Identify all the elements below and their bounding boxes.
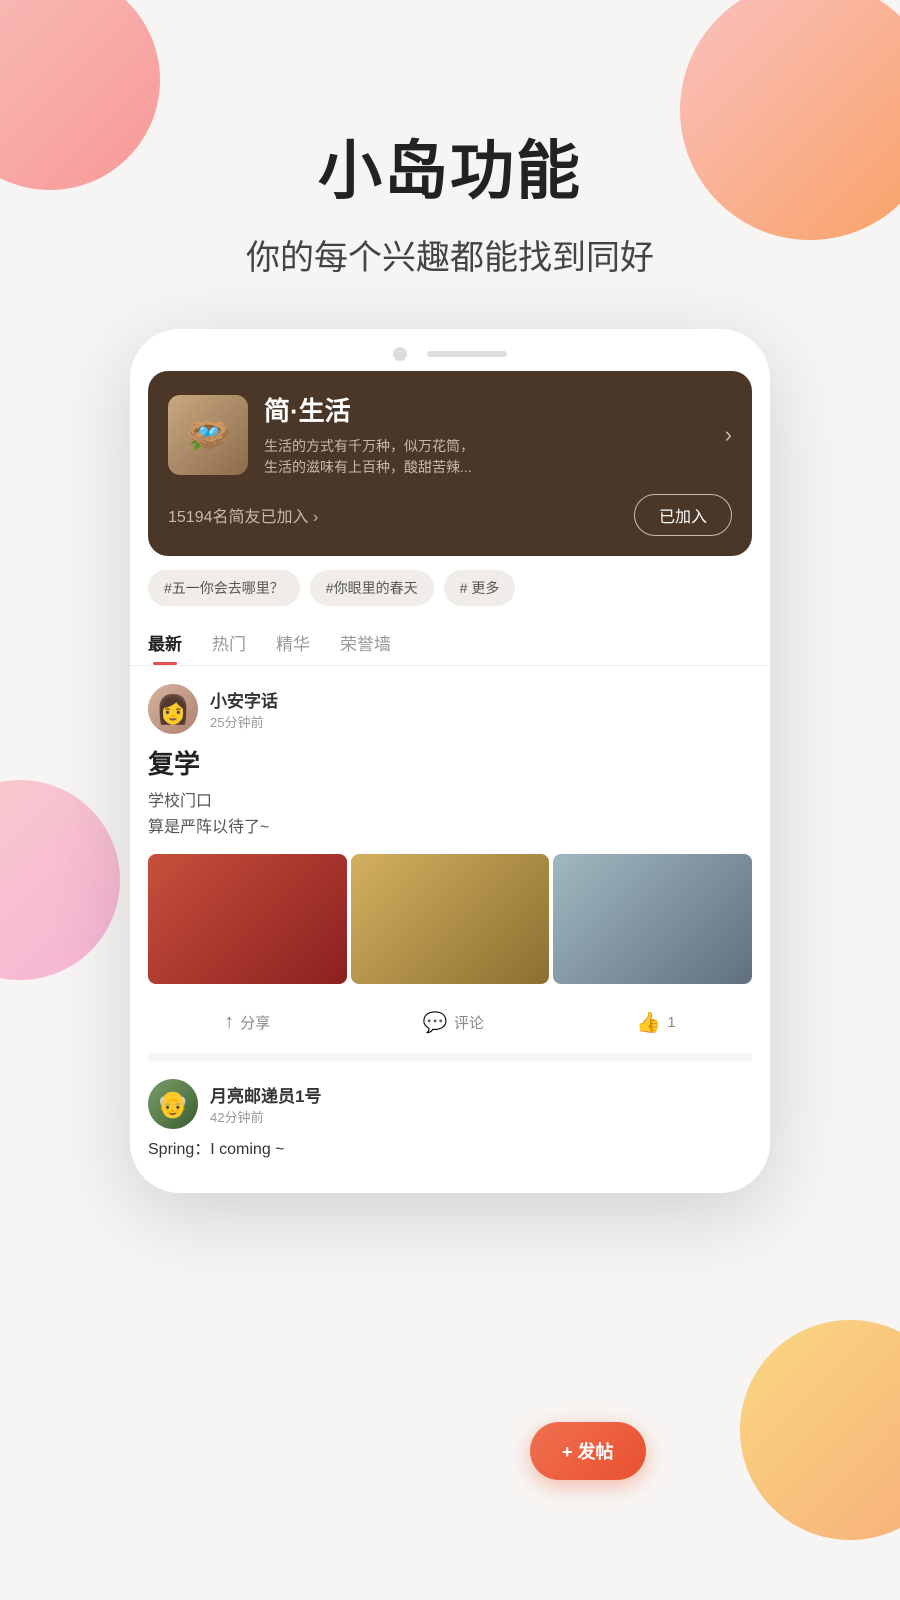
post-1-avatar: 👩: [148, 684, 198, 734]
comment-icon: 💬: [423, 1010, 448, 1035]
share-icon: ↑: [224, 1011, 234, 1034]
island-tags-row: #五一你会去哪里？ #你眼里的春天 # 更多: [130, 556, 770, 606]
tab-bar: 最新 热门 精华 荣誉墙: [130, 616, 770, 666]
post-1-image-grid: [148, 854, 752, 984]
post-2-author-info: 月亮邮递员1号 42分钟前: [210, 1082, 321, 1126]
post-1-title: 复学: [148, 744, 752, 781]
tab-honor[interactable]: 荣誉墙: [340, 630, 391, 665]
post-2-author-name: 月亮邮递员1号: [210, 1082, 321, 1107]
post-1-time: 25分钟前: [210, 712, 278, 731]
post-2-author-row: 👴 月亮邮递员1号 42分钟前: [148, 1079, 752, 1129]
phone-speaker: [427, 351, 507, 357]
island-avatar: 🪺: [168, 395, 248, 475]
post-1-image-2[interactable]: [351, 854, 550, 984]
like-icon: 👍: [636, 1010, 661, 1035]
island-footer: 15194名简友已加入 › 已加入: [168, 494, 732, 536]
post-1-content: 学校门口 算是严阵以待了~: [148, 789, 752, 840]
tab-latest[interactable]: 最新: [148, 630, 182, 665]
island-info: 简·生活 生活的方式有千万种，似万花筒， 生活的滋味有上百种，酸甜苦辣...: [264, 391, 725, 478]
tab-featured[interactable]: 精华: [276, 630, 310, 665]
fab-post-button[interactable]: + 发帖: [530, 1422, 646, 1480]
island-join-button[interactable]: 已加入: [634, 494, 732, 536]
like-button[interactable]: 👍 1: [636, 1010, 675, 1035]
phone-top-bar: [130, 329, 770, 371]
page-header: 小岛功能 你的每个兴趣都能找到同好: [0, 0, 900, 329]
post-2: 👴 月亮邮递员1号 42分钟前 Spring：I coming ~: [130, 1061, 770, 1163]
tag-1[interactable]: #五一你会去哪里？: [148, 570, 300, 606]
page-title: 小岛功能: [0, 120, 900, 212]
island-member-count[interactable]: 15194名简友已加入 ›: [168, 503, 318, 527]
share-button[interactable]: ↑ 分享: [224, 1010, 270, 1035]
post-1-author-name: 小安字话: [210, 687, 278, 712]
post-1-author-row: 👩 小安字话 25分钟前: [148, 684, 752, 734]
island-arrow-icon: ›: [725, 422, 732, 448]
phone-mockup: 🪺 简·生活 生活的方式有千万种，似万花筒， 生活的滋味有上百种，酸甜苦辣...…: [0, 329, 900, 1193]
phone-camera: [393, 347, 407, 361]
tag-more[interactable]: # 更多: [444, 570, 516, 606]
phone-body: 🪺 简·生活 生活的方式有千万种，似万花筒， 生活的滋味有上百种，酸甜苦辣...…: [130, 329, 770, 1193]
island-desc: 生活的方式有千万种，似万花筒， 生活的滋味有上百种，酸甜苦辣...: [264, 436, 725, 478]
page-subtitle: 你的每个兴趣都能找到同好: [0, 230, 900, 279]
post-1-author-info: 小安字话 25分钟前: [210, 687, 278, 731]
island-name: 简·生活: [264, 391, 725, 428]
post-1: 👩 小安字话 25分钟前 复学 学校门口 算是严阵以待了~: [130, 666, 770, 1061]
post-2-time: 42分钟前: [210, 1107, 321, 1126]
island-card: 🪺 简·生活 生活的方式有千万种，似万花筒， 生活的滋味有上百种，酸甜苦辣...…: [148, 371, 752, 556]
post-1-image-3[interactable]: [553, 854, 752, 984]
post-1-image-1[interactable]: [148, 854, 347, 984]
post-2-avatar: 👴: [148, 1079, 198, 1129]
post-2-content: Spring：I coming ~: [148, 1137, 752, 1163]
tab-hot[interactable]: 热门: [212, 630, 246, 665]
tag-2[interactable]: #你眼里的春天: [310, 570, 434, 606]
island-header: 🪺 简·生活 生活的方式有千万种，似万花筒， 生活的滋味有上百种，酸甜苦辣...…: [168, 391, 732, 478]
decoration-blob-bottom-right: [740, 1320, 900, 1540]
post-1-action-bar: ↑ 分享 💬 评论 👍 1: [148, 1000, 752, 1061]
comment-button[interactable]: 💬 评论: [423, 1010, 484, 1035]
